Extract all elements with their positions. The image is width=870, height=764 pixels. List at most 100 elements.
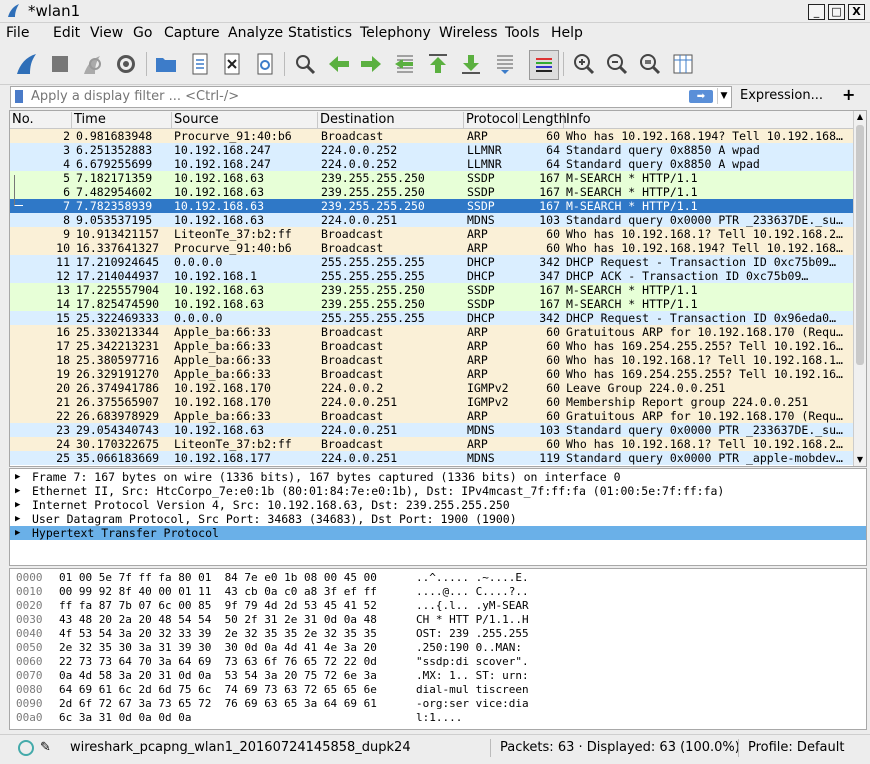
bytes-offset[interactable]: 0090 bbox=[16, 697, 43, 711]
column-header-length[interactable]: Length bbox=[520, 112, 567, 128]
restart-icon[interactable] bbox=[78, 50, 106, 78]
packet-row[interactable]: 17 25.342213231 Apple_ba:66:33 Broadcast ARP… bbox=[10, 339, 854, 353]
maximize-button[interactable]: □ bbox=[828, 4, 845, 20]
column-header-source[interactable]: Source bbox=[172, 112, 318, 128]
bytes-hex[interactable]: 2e 32 35 30 3a 31 39 30 30 0d 0a 4d 41 4… bbox=[59, 641, 377, 655]
bytes-offset[interactable]: 0030 bbox=[16, 613, 43, 627]
expand-triangle-icon[interactable]: ▶ bbox=[15, 484, 20, 498]
menu-file[interactable]: File bbox=[6, 25, 29, 41]
colorize-icon[interactable] bbox=[529, 50, 559, 80]
scroll-up-icon[interactable]: ▲ bbox=[854, 111, 866, 123]
bytes-hex[interactable]: 2d 6f 72 67 3a 73 65 72 76 69 63 65 3a 6… bbox=[59, 697, 377, 711]
bytes-ascii[interactable]: ....@... C....?.. bbox=[416, 585, 529, 599]
forward-arrow-icon[interactable] bbox=[357, 50, 385, 78]
reload-icon[interactable] bbox=[251, 50, 279, 78]
bytes-offset[interactable]: 0000 bbox=[16, 571, 43, 585]
expert-info-icon[interactable] bbox=[18, 740, 34, 756]
menu-telephony[interactable]: Telephony bbox=[360, 25, 431, 41]
packet-row[interactable]: 6 7.482954602 10.192.168.63 239.255.255.250… bbox=[10, 185, 854, 199]
packet-row[interactable]: 4 6.679255699 10.192.168.247 224.0.0.252 LLM… bbox=[10, 157, 854, 171]
packet-row[interactable]: 11 17.210924645 0.0.0.0 255.255.255.255 DHCP… bbox=[10, 255, 854, 269]
bytes-ascii[interactable]: .250:190 0..MAN: bbox=[416, 641, 529, 655]
column-header-time[interactable]: Time bbox=[72, 112, 172, 128]
packet-row[interactable]: 19 26.329191270 Apple_ba:66:33 Broadcast ARP… bbox=[10, 367, 854, 381]
options-gear-icon[interactable] bbox=[112, 50, 140, 78]
bytes-hex[interactable]: 6c 3a 31 0d 0a 0d 0a bbox=[59, 711, 191, 725]
packet-row[interactable]: 2 0.981683948 Procurve_91:40:b6 Broadcast AR… bbox=[10, 129, 854, 143]
detail-tree-item[interactable]: ▶ Internet Protocol Version 4, Src: 10.19… bbox=[10, 498, 866, 512]
packet-row[interactable]: 20 26.374941786 10.192.168.170 224.0.0.2 IGM… bbox=[10, 381, 854, 395]
close-button[interactable]: X bbox=[848, 4, 865, 20]
shark-fin-icon[interactable] bbox=[12, 50, 40, 78]
zoom-normal-icon[interactable] bbox=[636, 50, 664, 78]
packet-row[interactable]: 9 10.913421157 LiteonTe_37:b2:ff Broadcast A… bbox=[10, 227, 854, 241]
bytes-offset[interactable]: 00a0 bbox=[16, 711, 43, 725]
zoom-out-icon[interactable] bbox=[603, 50, 631, 78]
column-header-info[interactable]: Info bbox=[564, 112, 854, 128]
close-file-icon[interactable] bbox=[218, 50, 246, 78]
expand-triangle-icon[interactable]: ▶ bbox=[15, 470, 20, 484]
menu-edit[interactable]: Edit bbox=[53, 25, 80, 41]
edit-comment-icon[interactable]: ✎ bbox=[40, 740, 51, 755]
bytes-ascii[interactable]: ..^..... .~....E. bbox=[416, 571, 529, 585]
expand-triangle-icon[interactable]: ▶ bbox=[15, 512, 20, 526]
menu-capture[interactable]: Capture bbox=[164, 25, 220, 41]
packet-row[interactable]: 14 17.825474590 10.192.168.63 239.255.255.2… bbox=[10, 297, 854, 311]
bytes-hex[interactable]: 01 00 5e 7f ff fa 80 01 84 7e e0 1b 08 0… bbox=[59, 571, 377, 585]
back-arrow-icon[interactable] bbox=[325, 50, 353, 78]
column-header-protocol[interactable]: Protocol bbox=[464, 112, 520, 128]
packet-list-scrollbar[interactable]: ▲ ▼ bbox=[853, 111, 866, 466]
bytes-offset[interactable]: 0010 bbox=[16, 585, 43, 599]
bytes-offset[interactable]: 0060 bbox=[16, 655, 43, 669]
menu-statistics[interactable]: Statistics bbox=[288, 25, 352, 41]
resize-columns-icon[interactable] bbox=[669, 50, 697, 78]
autoscroll-icon[interactable] bbox=[491, 50, 519, 78]
menu-go[interactable]: Go bbox=[133, 25, 152, 41]
scroll-down-icon[interactable]: ▼ bbox=[854, 454, 866, 466]
zoom-in-icon[interactable] bbox=[570, 50, 598, 78]
bytes-offset[interactable]: 0050 bbox=[16, 641, 43, 655]
apply-filter-arrow-icon[interactable]: ➡ bbox=[689, 90, 713, 103]
menu-tools[interactable]: Tools bbox=[505, 25, 540, 41]
scrollbar-thumb[interactable] bbox=[856, 125, 864, 365]
column-header-destination[interactable]: Destination bbox=[318, 112, 464, 128]
profile-indicator[interactable]: Profile: Default bbox=[748, 740, 844, 755]
stop-icon[interactable] bbox=[46, 50, 74, 78]
bytes-hex[interactable]: ff fa 87 7b 07 6c 00 85 9f 79 4d 2d 53 4… bbox=[59, 599, 377, 613]
bytes-ascii[interactable]: dial-mul tiscreen bbox=[416, 683, 529, 697]
packet-row[interactable]: 16 25.330213344 Apple_ba:66:33 Broadcast ARP… bbox=[10, 325, 854, 339]
bytes-hex[interactable]: 00 99 92 8f 40 00 01 11 43 cb 0a c0 a8 3… bbox=[59, 585, 377, 599]
display-filter-input[interactable] bbox=[31, 88, 671, 105]
chevron-down-icon[interactable]: ▼ bbox=[717, 88, 730, 104]
open-folder-icon[interactable] bbox=[152, 50, 180, 78]
find-icon[interactable] bbox=[291, 50, 319, 78]
bytes-hex[interactable]: 22 73 73 64 70 3a 64 69 73 63 6f 76 65 7… bbox=[59, 655, 377, 669]
bytes-hex[interactable]: 4f 53 54 3a 20 32 33 39 2e 32 35 35 2e 3… bbox=[59, 627, 377, 641]
detail-tree-item[interactable]: ▶ Ethernet II, Src: HtcCorpo_7e:e0:1b (80… bbox=[10, 484, 866, 498]
packet-row[interactable]: 8 9.053537195 10.192.168.63 224.0.0.251 MDNS… bbox=[10, 213, 854, 227]
bytes-hex[interactable]: 0a 4d 58 3a 20 31 0d 0a 53 54 3a 20 75 7… bbox=[59, 669, 377, 683]
last-packet-icon[interactable] bbox=[457, 50, 485, 78]
bytes-ascii[interactable]: -org:ser vice:dia bbox=[416, 697, 529, 711]
bytes-ascii[interactable]: OST: 239 .255.255 bbox=[416, 627, 529, 641]
minimize-button[interactable]: _ bbox=[808, 4, 825, 20]
first-packet-icon[interactable] bbox=[424, 50, 452, 78]
menu-analyze[interactable]: Analyze bbox=[228, 25, 283, 41]
goto-packet-icon[interactable] bbox=[391, 50, 419, 78]
packet-row[interactable]: 12 17.214044937 10.192.168.1 255.255.255.25… bbox=[10, 269, 854, 283]
bytes-ascii[interactable]: l:1.... bbox=[416, 711, 462, 725]
packet-row[interactable]: 5 7.182171359 10.192.168.63 239.255.255.250… bbox=[10, 171, 854, 185]
packet-row[interactable]: 13 17.225557904 10.192.168.63 239.255.255.2… bbox=[10, 283, 854, 297]
bytes-hex[interactable]: 64 69 61 6c 2d 6d 75 6c 74 69 73 63 72 6… bbox=[59, 683, 377, 697]
packet-row[interactable]: 7 7.782358939 10.192.168.63 239.255.255.250… bbox=[10, 199, 854, 213]
menu-view[interactable]: View bbox=[90, 25, 123, 41]
bytes-ascii[interactable]: "ssdp:di scover". bbox=[416, 655, 529, 669]
column-header-no[interactable]: No. bbox=[10, 112, 72, 128]
packet-row[interactable]: 10 16.337641327 Procurve_91:40:b6 Broadcast… bbox=[10, 241, 854, 255]
packet-row[interactable]: 15 25.322469333 0.0.0.0 255.255.255.255 DHCP… bbox=[10, 311, 854, 325]
expand-triangle-icon[interactable]: ▶ bbox=[15, 498, 20, 512]
bytes-ascii[interactable]: .MX: 1.. ST: urn: bbox=[416, 669, 529, 683]
add-filter-button[interactable]: + bbox=[842, 85, 855, 104]
menu-wireless[interactable]: Wireless bbox=[439, 25, 498, 41]
save-file-icon[interactable] bbox=[186, 50, 214, 78]
